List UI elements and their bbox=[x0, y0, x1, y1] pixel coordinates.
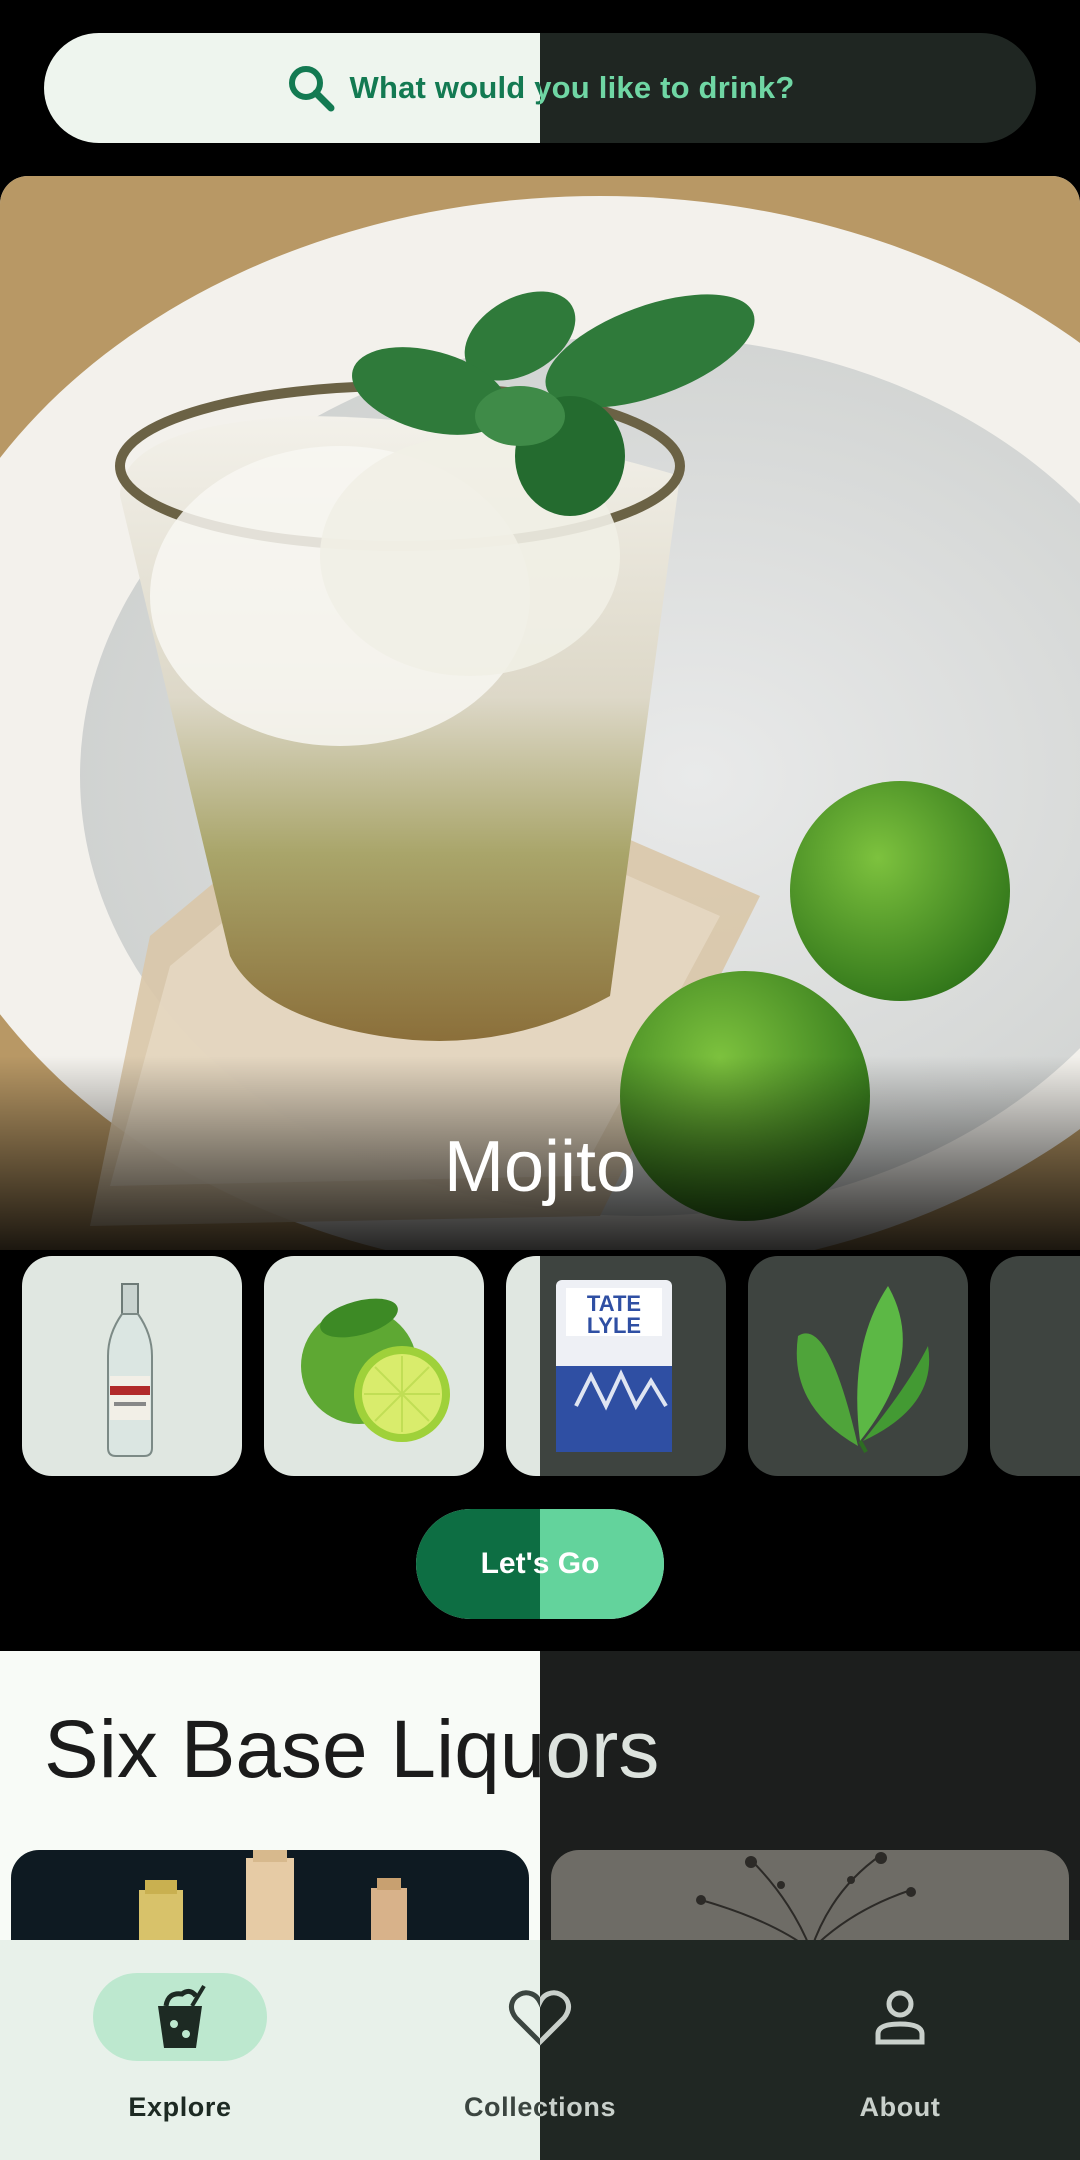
ingredient-rum-bottle[interactable] bbox=[22, 1256, 242, 1476]
search-placeholder-dark: What would you like to drink? bbox=[540, 70, 795, 105]
ingredient-soda[interactable] bbox=[990, 1256, 1080, 1476]
soda-icon bbox=[990, 1256, 1080, 1476]
ingredient-lime[interactable] bbox=[264, 1256, 484, 1476]
nav-item-collections[interactable]: Collections bbox=[360, 1940, 720, 2160]
liquor-card-2[interactable] bbox=[551, 1850, 1069, 1950]
sugar-bag-icon: TATE LYLE bbox=[556, 1280, 672, 1452]
ingredient-mint-leaves[interactable] bbox=[748, 1256, 968, 1476]
rum-bottle-icon bbox=[107, 1283, 153, 1457]
hero-title: Mojito bbox=[443, 1127, 637, 1207]
nav-item-about[interactable]: About bbox=[720, 1940, 1080, 2160]
svg-text:LYLE: LYLE bbox=[587, 1313, 641, 1338]
nav-label-about: About bbox=[859, 2092, 941, 2122]
lime-icon bbox=[301, 1298, 450, 1442]
liquor-card-1[interactable] bbox=[11, 1850, 529, 1950]
lets-go-label: Let's Go bbox=[480, 1547, 600, 1580]
section-title-dark: Six Base Liquors bbox=[540, 1704, 660, 1795]
search-placeholder: What would you like to drink? bbox=[349, 70, 540, 105]
ingredients-row[interactable]: TATE LYLE bbox=[22, 1256, 1080, 1476]
drink-icon bbox=[158, 1984, 206, 2048]
hero-image bbox=[0, 176, 1080, 1250]
heart-icon bbox=[508, 1990, 572, 2046]
nav-label-collections: Collections bbox=[360, 2092, 720, 2123]
liquor-card-2-image bbox=[696, 1852, 916, 1950]
person-icon bbox=[875, 1990, 925, 2045]
bottom-navigation: Explore Collections About bbox=[0, 1940, 1080, 2160]
nav-item-explore[interactable]: Explore bbox=[0, 1940, 360, 2160]
search-icon bbox=[288, 66, 335, 112]
search-bar[interactable]: What would you like to drink? What would… bbox=[44, 33, 1036, 143]
nav-label-explore: Explore bbox=[128, 2092, 232, 2122]
base-liquors-section: Six Base Liquors Six Base Liquors bbox=[0, 1651, 1080, 1950]
lets-go-button[interactable]: Let's Go bbox=[416, 1509, 664, 1619]
mint-icon bbox=[796, 1286, 930, 1453]
hero-card[interactable]: Mojito bbox=[0, 176, 1080, 1250]
liquor-card-1-image bbox=[139, 1850, 407, 1950]
ingredient-sugar-bag[interactable]: TATE LYLE bbox=[506, 1256, 726, 1476]
